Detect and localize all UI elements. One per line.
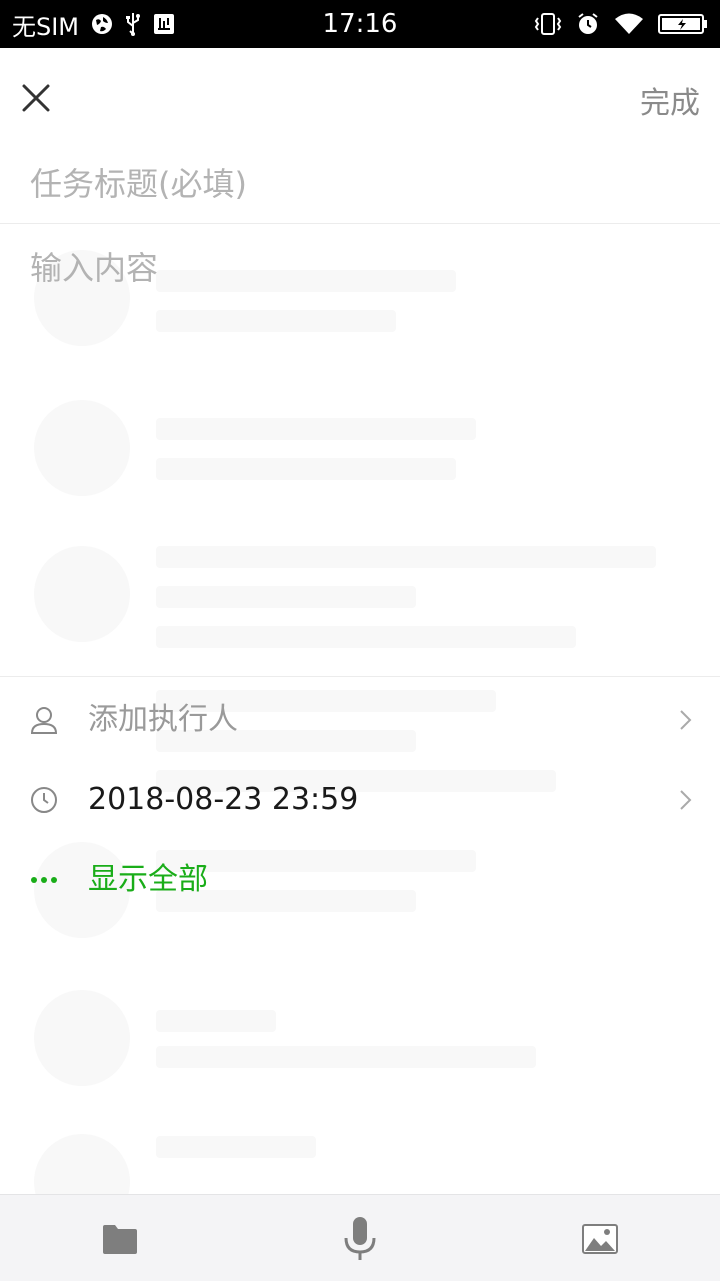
ghost-line xyxy=(156,1010,276,1032)
ghost-avatar xyxy=(34,990,130,1086)
options-divider xyxy=(0,676,720,677)
close-icon xyxy=(22,84,50,112)
ghost-line xyxy=(156,310,396,332)
vibrate-icon xyxy=(534,12,562,36)
ghost-avatar xyxy=(34,400,130,496)
folder-icon xyxy=(103,1225,137,1254)
add-assignee-row[interactable]: 添加执行人 xyxy=(0,680,720,760)
top-bar: 完成 xyxy=(0,48,720,148)
show-all-label: 显示全部 xyxy=(88,862,208,897)
chevron-right-icon xyxy=(680,710,692,730)
microphone-icon xyxy=(344,1217,376,1260)
more-dots-icon xyxy=(28,864,60,896)
task-content-input[interactable]: 输入内容 xyxy=(30,244,690,292)
done-button[interactable]: 完成 xyxy=(640,78,700,122)
deadline-value: 2018-08-23 23:59 xyxy=(88,782,359,817)
title-divider xyxy=(0,223,720,224)
close-button[interactable] xyxy=(14,76,58,120)
insert-image-button[interactable] xyxy=(578,1217,622,1261)
ghost-line xyxy=(156,1136,316,1158)
ghost-line xyxy=(156,1046,536,1068)
wifi-icon xyxy=(614,12,644,36)
chevron-right-icon xyxy=(680,790,692,810)
ghost-avatar xyxy=(34,546,130,642)
alarm-icon xyxy=(576,12,600,36)
show-all-row[interactable]: 显示全部 xyxy=(0,840,720,920)
ghost-line xyxy=(156,546,656,568)
voice-input-button[interactable] xyxy=(338,1217,382,1261)
status-right xyxy=(520,0,708,48)
battery-icon xyxy=(658,12,708,36)
image-icon xyxy=(582,1224,618,1254)
ghost-line xyxy=(156,458,456,480)
clock-icon xyxy=(28,784,60,816)
attach-file-button[interactable] xyxy=(98,1217,142,1261)
ghost-line xyxy=(156,418,476,440)
task-title-input[interactable]: 任务标题(必填) xyxy=(30,160,690,208)
status-bar: 无SIM 17:16 xyxy=(0,0,720,48)
person-icon xyxy=(28,704,60,736)
ghost-line xyxy=(156,586,416,608)
add-assignee-label: 添加执行人 xyxy=(88,702,238,737)
bottom-toolbar xyxy=(0,1194,720,1281)
deadline-row[interactable]: 2018-08-23 23:59 xyxy=(0,760,720,840)
ghost-line xyxy=(156,626,576,648)
